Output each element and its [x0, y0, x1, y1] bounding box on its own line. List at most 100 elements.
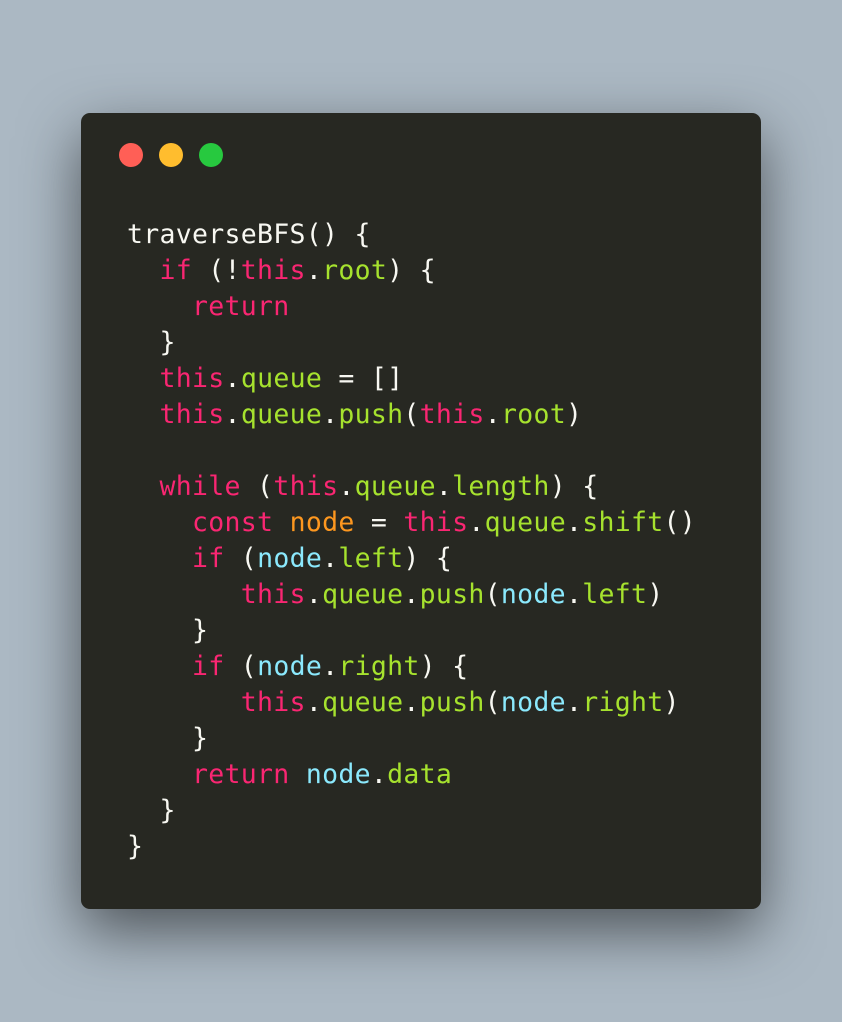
code-token: .: [565, 507, 583, 538]
code-token: return: [192, 759, 290, 790]
code-token: (: [224, 651, 258, 682]
code-token: .: [338, 471, 355, 502]
code-token: }: [127, 327, 176, 358]
code-token: this: [403, 507, 469, 538]
code-token: .: [484, 399, 501, 430]
code-line: const node = this.queue.shift(): [127, 505, 696, 541]
code-token: .: [322, 651, 339, 682]
code-token: queue: [240, 399, 323, 430]
code-token: node: [500, 687, 566, 718]
code-line: this.queue.push(node.left): [127, 577, 696, 613]
code-token: .: [305, 255, 323, 286]
code-token: queue: [484, 507, 566, 538]
code-token: ) {: [403, 543, 453, 574]
code-line: }: [127, 325, 696, 361]
code-token: (: [484, 687, 501, 718]
code-line: traverseBFS() {: [127, 217, 696, 253]
code-token: queue: [240, 363, 323, 394]
code-token: .: [565, 687, 583, 718]
code-token: return: [192, 291, 290, 322]
minimize-button[interactable]: [159, 143, 183, 167]
code-token: (!: [192, 255, 241, 286]
code-token: .: [468, 507, 485, 538]
code-token: root: [322, 255, 388, 286]
code-token: while: [159, 471, 241, 502]
close-button[interactable]: [119, 143, 143, 167]
code-line: if (!this.root) {: [127, 253, 696, 289]
code-token: this: [240, 579, 306, 610]
code-token: (: [240, 471, 274, 502]
code-token: .: [224, 399, 241, 430]
code-token: this: [159, 399, 225, 430]
code-token: push: [338, 399, 404, 430]
maximize-button[interactable]: [199, 143, 223, 167]
code-token: length: [452, 471, 550, 502]
code-token: if: [192, 651, 225, 682]
code-line: }: [127, 829, 696, 865]
code-token: node: [500, 579, 566, 610]
code-token: .: [403, 579, 420, 610]
code-token: push: [419, 579, 485, 610]
code-line: }: [127, 613, 696, 649]
code-token: queue: [322, 579, 404, 610]
code-token: push: [419, 687, 485, 718]
code-token: left: [582, 579, 648, 610]
code-token: queue: [354, 471, 436, 502]
code-token: .: [403, 687, 420, 718]
code-token: this: [273, 471, 339, 502]
code-token: (: [484, 579, 501, 610]
code-token: this: [159, 363, 225, 394]
code-line: if (node.right) {: [127, 649, 696, 685]
code-token: data: [387, 759, 453, 790]
code-token: (): [663, 507, 697, 538]
code-token: node: [305, 759, 371, 790]
code-line: return: [127, 289, 696, 325]
code-line: this.queue = []: [127, 361, 696, 397]
code-token: right: [338, 651, 420, 682]
code-line: }: [127, 721, 696, 757]
code-block: traverseBFS() { if (!this.root) { return…: [127, 217, 696, 865]
code-token: (: [403, 399, 420, 430]
code-token: .: [370, 759, 388, 790]
code-token: .: [565, 579, 583, 610]
code-token: ) {: [419, 651, 469, 682]
code-token: =: [354, 507, 404, 538]
code-line: this.queue.push(node.right): [127, 685, 696, 721]
code-token: }: [127, 615, 209, 646]
code-token: this: [240, 255, 306, 286]
code-token: ): [647, 579, 664, 610]
code-token: .: [305, 579, 323, 610]
code-token: shift: [582, 507, 664, 538]
code-token: this: [419, 399, 485, 430]
code-token: }: [127, 723, 209, 754]
code-token: node: [257, 543, 323, 574]
code-token: left: [338, 543, 404, 574]
code-token: }: [127, 831, 144, 862]
code-line: if (node.left) {: [127, 541, 696, 577]
code-line: }: [127, 793, 696, 829]
code-token: }: [127, 795, 176, 826]
code-token: right: [582, 687, 664, 718]
code-token: = []: [322, 363, 404, 394]
code-token: this: [240, 687, 306, 718]
code-token: ) {: [387, 255, 436, 286]
code-line: return node.data: [127, 757, 696, 793]
code-token: .: [322, 543, 339, 574]
code-token: .: [322, 399, 339, 430]
code-token: .: [435, 471, 453, 502]
code-token: node: [257, 651, 323, 682]
code-token: traverseBFS() {: [127, 219, 371, 250]
